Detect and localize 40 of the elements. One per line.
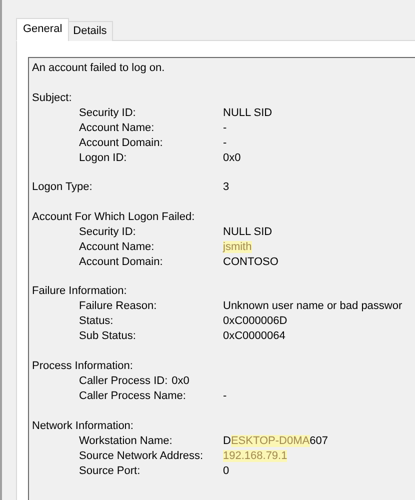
intro-text: An account failed to log on. bbox=[32, 61, 165, 76]
field-value: 0 bbox=[223, 464, 230, 479]
field-label: Caller Process ID: bbox=[78, 374, 168, 389]
field-label: Account Name: bbox=[78, 240, 156, 255]
section-heading: Subject: bbox=[32, 90, 72, 106]
field-label: Sub Status: bbox=[78, 329, 137, 344]
field-value: CONTOSO bbox=[223, 254, 278, 270]
field-value: DESKTOP-D0MA607 bbox=[223, 434, 328, 449]
field-value: NULL SID bbox=[223, 224, 272, 240]
field-label: Source Network Address: bbox=[78, 448, 204, 464]
field-label: Failure Reason: bbox=[78, 299, 158, 314]
field-value: NULL SID bbox=[223, 106, 272, 121]
field-label: Account Name: bbox=[78, 120, 156, 136]
field-value: 0xC0000064 bbox=[223, 329, 286, 344]
section-heading: Network Information: bbox=[32, 418, 134, 434]
field-value: jsmith bbox=[223, 240, 252, 255]
field-value: 192.168.79.1 bbox=[223, 448, 288, 464]
field-value: - bbox=[223, 388, 227, 404]
section-heading: Process Information: bbox=[32, 358, 133, 374]
field-label: Logon Type: bbox=[32, 180, 94, 196]
field-label: Status: bbox=[78, 314, 114, 330]
field-value: 0x0 bbox=[172, 374, 190, 389]
field-label: Account Domain: bbox=[78, 254, 164, 270]
section-heading: Account For Which Logon Failed: bbox=[32, 210, 195, 225]
field-label: Security ID: bbox=[78, 106, 137, 121]
field-label: Security ID: bbox=[78, 224, 137, 240]
field-label: Account Domain: bbox=[78, 136, 164, 151]
field-value: 0xC000006D bbox=[223, 314, 288, 330]
field-label: Source Port: bbox=[78, 464, 142, 479]
section-heading: Failure Information: bbox=[32, 284, 127, 300]
field-value: - bbox=[223, 120, 227, 136]
field-label: Logon ID: bbox=[78, 150, 128, 166]
field-value: 3 bbox=[223, 180, 230, 196]
field-value: - bbox=[223, 136, 227, 151]
field-label: Caller Process Name: bbox=[78, 388, 187, 404]
field-label: Workstation Name: bbox=[78, 434, 174, 449]
field-value: 0x0 bbox=[223, 150, 241, 166]
tab[interactable]: Details bbox=[68, 21, 113, 41]
tab[interactable]: General bbox=[16, 18, 70, 41]
field-value: Unknown user name or bad passwor bbox=[223, 299, 402, 314]
